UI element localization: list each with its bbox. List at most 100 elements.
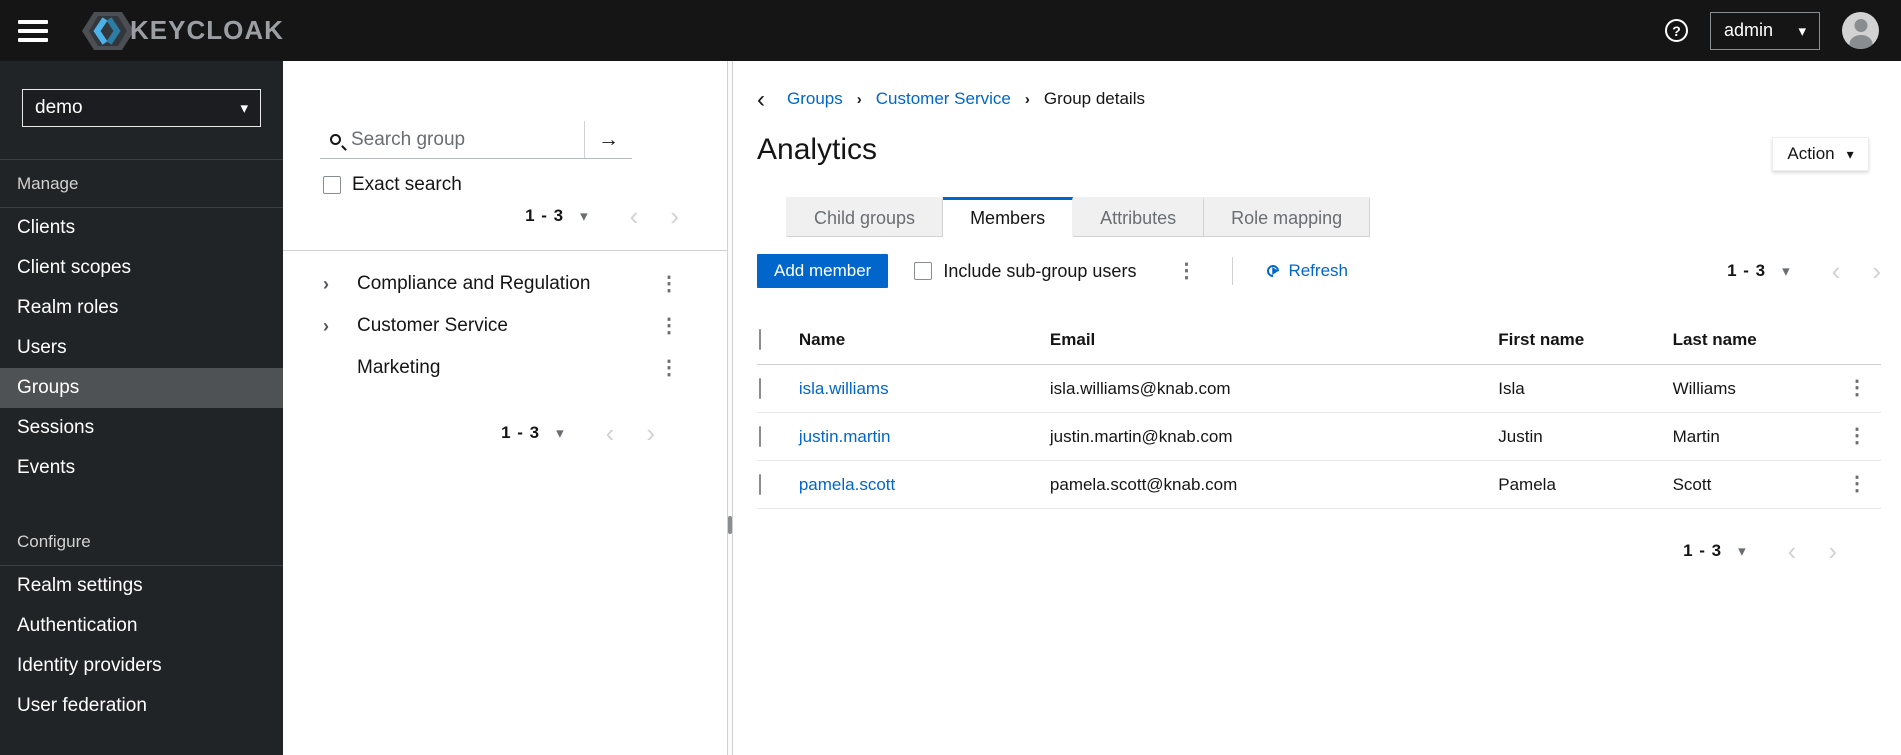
nav-section-manage: Manage (17, 174, 79, 193)
sidebar-item-identity-providers[interactable]: Identity providers (0, 646, 283, 686)
breadcrumb-link-customer-service[interactable]: Customer Service (876, 89, 1011, 109)
keycloak-logo: KEYCLOAK (78, 8, 284, 54)
avatar[interactable] (1842, 12, 1879, 49)
previous-page-icon[interactable]: ‹ (606, 420, 615, 446)
add-member-button[interactable]: Add member (757, 254, 889, 288)
realm-selector[interactable]: demo ▾ (22, 89, 261, 127)
search-group-input[interactable] (351, 128, 584, 151)
action-dropdown-button[interactable]: Action ▾ (1772, 137, 1869, 171)
masthead: KEYCLOAK ? admin ▾ (0, 0, 1901, 61)
refresh-icon (1264, 262, 1282, 280)
select-all-checkbox[interactable] (759, 329, 761, 350)
sidebar-item-events[interactable]: Events (0, 448, 283, 488)
member-first-name: Justin (1490, 412, 1665, 461)
next-page-icon[interactable]: › (1872, 258, 1881, 284)
member-name-link[interactable]: pamela.scott (799, 475, 895, 494)
previous-page-icon[interactable]: ‹ (630, 203, 639, 229)
nav-section-configure: Configure (17, 532, 91, 551)
previous-page-icon[interactable]: ‹ (1832, 258, 1841, 284)
hamburger-menu-icon[interactable] (18, 19, 48, 42)
row-kebab-menu-icon[interactable]: ⋮ (1847, 473, 1867, 495)
row-kebab-menu-icon[interactable]: ⋮ (1847, 425, 1867, 447)
next-page-icon[interactable]: › (646, 420, 655, 446)
exact-search-checkbox[interactable] (323, 176, 341, 194)
member-last-name: Scott (1664, 460, 1839, 509)
chevron-down-icon: ▾ (240, 100, 248, 117)
members-table: Name Email First name Last name isla.wil… (757, 315, 1881, 509)
pagination-range: 1 - 3 (525, 206, 565, 225)
tree-pagination-bottom: 1 - 3 ▾ ‹ › (283, 420, 727, 446)
member-email: isla.williams@knab.com (1041, 364, 1491, 413)
kebab-menu-icon[interactable]: ⋮ (659, 274, 679, 294)
next-page-icon[interactable]: › (1828, 538, 1837, 564)
member-name-link[interactable]: isla.williams (799, 379, 889, 398)
member-last-name: Martin (1664, 412, 1839, 461)
search-input-wrap (320, 121, 584, 158)
tree-item-label[interactable]: Marketing (357, 357, 440, 379)
sidebar-item-client-scopes[interactable]: Client scopes (0, 248, 283, 288)
pagination-options-icon[interactable]: ▾ (1782, 262, 1790, 280)
sidebar-item-realm-settings[interactable]: Realm settings (0, 566, 283, 606)
column-header-first-name[interactable]: First name (1490, 315, 1665, 365)
members-pagination-bottom: 1 - 3 ▾ ‹ › (757, 538, 1881, 564)
sidebar-item-groups[interactable]: Groups (0, 368, 283, 408)
tree-item-compliance-and-regulation[interactable]: › Compliance and Regulation ⋮ (283, 263, 727, 305)
manage-nav-list: Clients Client scopes Realm roles Users … (0, 208, 283, 488)
next-page-icon[interactable]: › (670, 203, 679, 229)
row-checkbox[interactable] (759, 377, 761, 399)
kebab-menu-icon[interactable]: ⋮ (659, 316, 679, 336)
breadcrumb-link-groups[interactable]: Groups (787, 89, 843, 109)
pagination-options-icon[interactable]: ▾ (580, 207, 588, 225)
member-first-name: Isla (1490, 364, 1665, 413)
breadcrumb-separator-icon: › (1024, 90, 1030, 108)
include-subgroups-checkbox[interactable] (914, 262, 933, 280)
tree-item-customer-service[interactable]: › Customer Service ⋮ (283, 305, 727, 347)
refresh-label: Refresh (1288, 261, 1348, 280)
pagination-options-icon[interactable]: ▾ (556, 424, 564, 442)
kebab-menu-icon[interactable]: ⋮ (659, 358, 679, 378)
column-header-name[interactable]: Name (790, 315, 1042, 365)
member-first-name: Pamela (1490, 460, 1665, 509)
member-email: pamela.scott@knab.com (1041, 460, 1491, 509)
member-name-link[interactable]: justin.martin (799, 427, 891, 446)
expand-icon[interactable]: › (323, 274, 345, 295)
column-header-email[interactable]: Email (1041, 315, 1491, 365)
sidebar-item-user-federation[interactable]: User federation (0, 686, 283, 726)
sidebar-item-sessions[interactable]: Sessions (0, 408, 283, 448)
user-dropdown[interactable]: admin ▾ (1710, 11, 1820, 50)
tab-role-mapping[interactable]: Role mapping (1204, 197, 1371, 237)
breadcrumb-separator-icon: › (856, 90, 862, 108)
username: admin (1724, 20, 1774, 40)
tab-members[interactable]: Members (943, 197, 1074, 237)
tab-attributes[interactable]: Attributes (1073, 197, 1205, 237)
breadcrumb-back-icon[interactable]: ‹ (757, 87, 765, 111)
tree-item-label[interactable]: Customer Service (357, 315, 508, 337)
table-row: justin.martin justin.martin@knab.com Jus… (757, 412, 1881, 461)
sidebar-item-realm-roles[interactable]: Realm roles (0, 288, 283, 328)
tree-item-marketing[interactable]: › Marketing ⋮ (283, 347, 727, 389)
sidebar-item-clients[interactable]: Clients (0, 208, 283, 248)
toolbar-kebab-menu-icon[interactable]: ⋮ (1176, 261, 1196, 281)
group-detail-tabs: Child groups Members Attributes Role map… (786, 197, 1371, 237)
row-kebab-menu-icon[interactable]: ⋮ (1847, 377, 1867, 399)
tab-child-groups[interactable]: Child groups (786, 197, 944, 237)
exact-search-label: Exact search (352, 174, 462, 195)
sidebar-item-users[interactable]: Users (0, 328, 283, 368)
search-submit-button[interactable]: → (584, 121, 632, 158)
sidebar-item-authentication[interactable]: Authentication (0, 606, 283, 646)
pagination-options-icon[interactable]: ▾ (1738, 542, 1746, 560)
help-icon[interactable]: ? (1665, 19, 1688, 42)
table-header-row: Name Email First name Last name (757, 315, 1881, 365)
row-checkbox[interactable] (759, 473, 761, 495)
resize-grip-icon[interactable] (728, 516, 732, 534)
tree-pagination-top: 1 - 3 ▾ ‹ › (283, 203, 727, 229)
realm-selector-value: demo (35, 97, 83, 118)
tree-item-label[interactable]: Compliance and Regulation (357, 273, 590, 295)
expand-icon[interactable]: › (323, 316, 345, 337)
include-subgroups-label: Include sub-group users (943, 260, 1137, 281)
refresh-button[interactable]: Refresh (1264, 261, 1348, 281)
breadcrumb: ‹ Groups › Customer Service › Group deta… (757, 87, 1881, 111)
column-header-last-name[interactable]: Last name (1664, 315, 1839, 365)
previous-page-icon[interactable]: ‹ (1788, 538, 1797, 564)
row-checkbox[interactable] (759, 425, 761, 447)
